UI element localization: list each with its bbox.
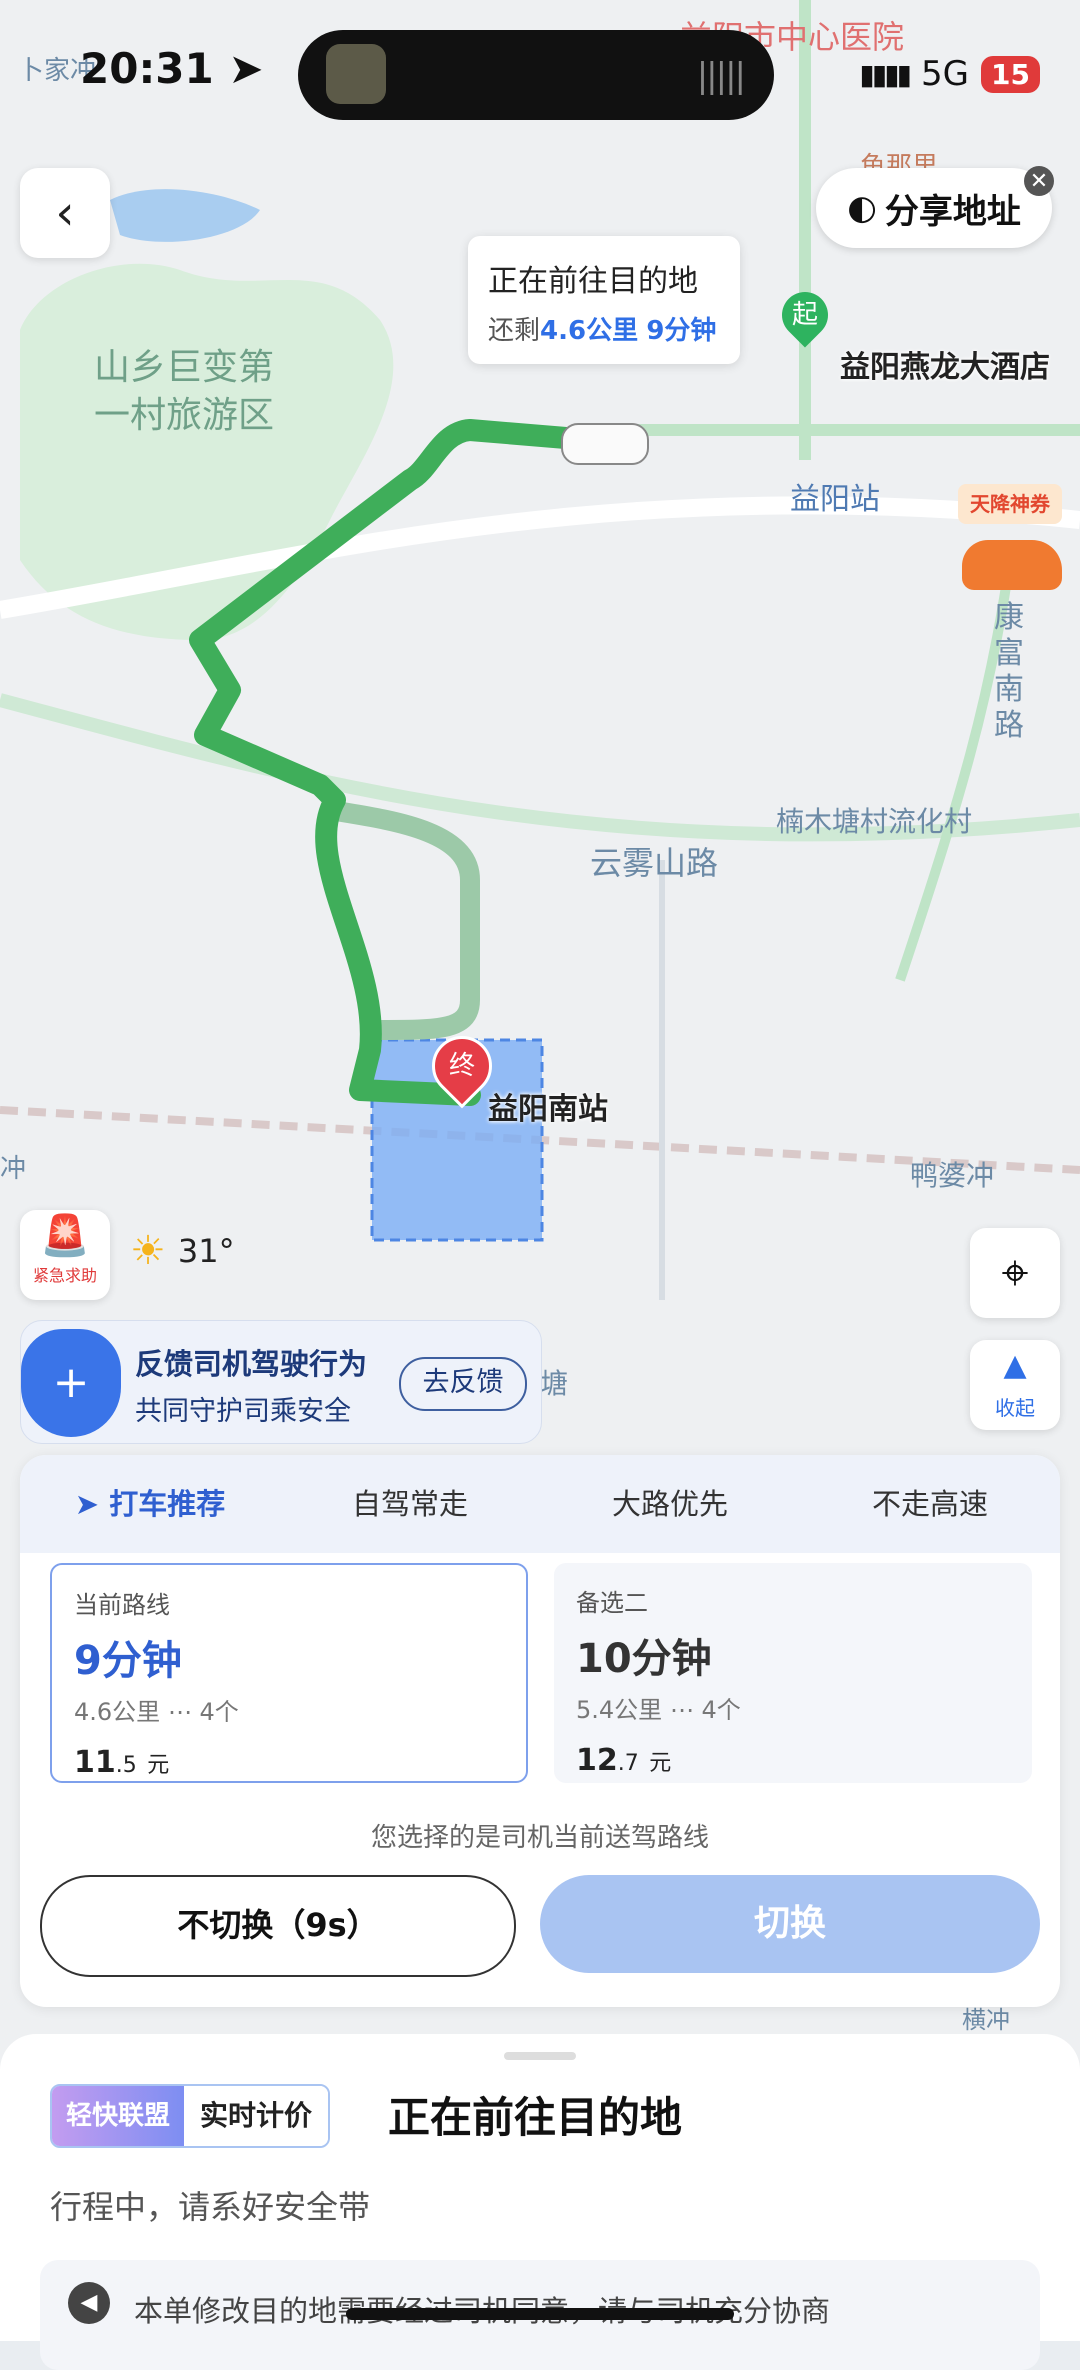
feedback-button[interactable]: 去反馈: [399, 1357, 527, 1411]
home-indicator[interactable]: [346, 2308, 734, 2320]
status-icons: ▮▮▮▮ 5G 15: [859, 54, 1040, 94]
map-label-road-kangfu: 康富南路: [994, 600, 1024, 743]
back-button[interactable]: ‹: [20, 168, 110, 258]
now-playing-thumbnail: [326, 44, 386, 104]
feedback-subtitle: 共同守护司乘安全: [135, 1396, 351, 1427]
route-card-current[interactable]: 当前路线 9分钟 4.6公里 ⋯ 4个 11.5 元: [50, 1563, 528, 1783]
tab-main-roads[interactable]: 大路优先: [540, 1455, 800, 1553]
route-card-alternative[interactable]: 备选二 10分钟 5.4公里 ⋯ 4个 12.7 元: [554, 1563, 1032, 1783]
triangle-up-icon: ▲: [1003, 1348, 1027, 1383]
share-close-icon[interactable]: ✕: [1024, 166, 1054, 196]
map-label-station: 益阳站: [790, 482, 880, 517]
collapse-button[interactable]: ▲ 收起: [970, 1340, 1060, 1430]
traffic-light-icon: ⋯: [669, 1696, 694, 1724]
weather-widget: ☀ 31°: [130, 1228, 235, 1274]
promo-car-icon: [962, 540, 1062, 590]
route-switch-panel: ➤ 打车推荐 自驾常走 大路优先 不走高速 当前路线 9分钟 4.6公里 ⋯ 4…: [20, 1455, 1060, 2007]
route-note: 您选择的是司机当前送驾路线: [370, 1823, 709, 1853]
bubble-title: 正在前往目的地: [488, 264, 698, 299]
lake-shape: [110, 189, 260, 242]
brand-primary: 轻快联盟: [52, 2086, 185, 2146]
trip-status-title: 正在前往目的地: [388, 2093, 683, 2142]
crosshair-icon: ⌖: [1001, 1244, 1029, 1301]
map-label-start-poi: 益阳燕龙大酒店: [840, 350, 1050, 385]
route-price: 11.5 元: [74, 1745, 170, 1780]
route-tabs: ➤ 打车推荐 自驾常走 大路优先 不走高速: [20, 1455, 1060, 1553]
sos-button[interactable]: 🚨 紧急求助: [20, 1210, 110, 1300]
route-price: 12.7 元: [576, 1743, 672, 1778]
scenic-area-shape: [20, 263, 394, 640]
location-arrow-icon: ➤: [228, 44, 264, 93]
shield-icon: +: [21, 1329, 121, 1437]
signal-icon: ▮▮▮▮: [859, 57, 912, 91]
tab-self-drive[interactable]: 自驾常走: [280, 1455, 540, 1553]
traffic-light-icon: ⋯: [167, 1698, 192, 1726]
tab-no-highway[interactable]: 不走高速: [800, 1455, 1060, 1553]
status-time: 20:31 ➤: [80, 44, 264, 93]
map-label-village: 楠木塘村流化村: [776, 805, 973, 838]
promo-coupon-badge[interactable]: 天降神券: [958, 484, 1066, 612]
share-icon: ◐: [847, 188, 877, 228]
sos-label: 紧急求助: [32, 1266, 97, 1285]
feedback-title: 反馈司机驾驶行为: [135, 1347, 368, 1381]
audio-waveform-icon: |||||: [696, 56, 746, 96]
locate-button[interactable]: ⌖: [970, 1228, 1060, 1318]
keep-route-button[interactable]: 不切换（9s）: [40, 1875, 516, 1977]
brand-secondary: 实时计价: [184, 2086, 329, 2146]
collapse-label: 收起: [995, 1396, 1035, 1420]
battery-icon: 15: [981, 55, 1040, 93]
weather-temp: 31°: [177, 1232, 235, 1270]
route-duration: 10分钟: [576, 1636, 712, 1682]
route-meta: 4.6公里 ⋯ 4个: [74, 1698, 239, 1726]
service-brand-badge: 轻快联盟 实时计价: [50, 2084, 331, 2148]
map-label-tang: 塘: [540, 1367, 569, 1400]
sheet-drag-handle[interactable]: [504, 2052, 576, 2060]
route-meta: 5.4公里 ⋯ 4个: [576, 1696, 741, 1724]
navigation-arrow-icon: ➤: [74, 1487, 110, 1521]
tab-taxi-recommend[interactable]: ➤ 打车推荐: [20, 1455, 280, 1553]
start-marker: 起: [772, 282, 838, 348]
map-label-yapochong: 鸭婆冲: [910, 1159, 995, 1192]
map-label-destination: 益阳南站: [488, 1092, 608, 1127]
route-name: 备选二: [576, 1589, 648, 1617]
driver-car: [561, 423, 649, 465]
promo-tag: 天降神券: [958, 484, 1062, 524]
chevron-left-icon: ‹: [55, 185, 75, 241]
trip-progress-bubble: 正在前往目的地 还剩4.6公里 9分钟: [468, 236, 740, 364]
dynamic-island[interactable]: |||||: [298, 30, 774, 120]
feedback-banner[interactable]: + 反馈司机驾驶行为 共同守护司乘安全 去反馈: [20, 1320, 542, 1444]
sun-icon: ☀: [130, 1228, 166, 1274]
bubble-remaining: 还剩4.6公里 9分钟: [488, 316, 717, 346]
map-label-area-line1: 山乡巨变第: [94, 347, 275, 388]
share-address-button[interactable]: ◐ 分享地址: [816, 168, 1052, 248]
map-label-left-edge-2: 冲: [0, 1154, 27, 1184]
map-label-road-yunwu: 云雾山路: [590, 844, 719, 882]
switch-route-button[interactable]: 切换: [540, 1875, 1040, 1973]
route-name: 当前路线: [74, 1591, 170, 1619]
network-type: 5G: [921, 54, 970, 94]
trip-status-sheet[interactable]: 轻快联盟 实时计价 正在前往目的地 行程中，请系好安全带 ◀ 本单修改目的地需要…: [0, 2034, 1080, 2370]
map-label-area-line2: 一村旅游区: [94, 395, 275, 436]
trip-status-subtitle: 行程中，请系好安全带: [50, 2188, 371, 2226]
route-duration: 9分钟: [74, 1638, 182, 1684]
speaker-icon: ◀: [68, 2282, 110, 2324]
alarm-icon: 🚨: [40, 1213, 90, 1259]
